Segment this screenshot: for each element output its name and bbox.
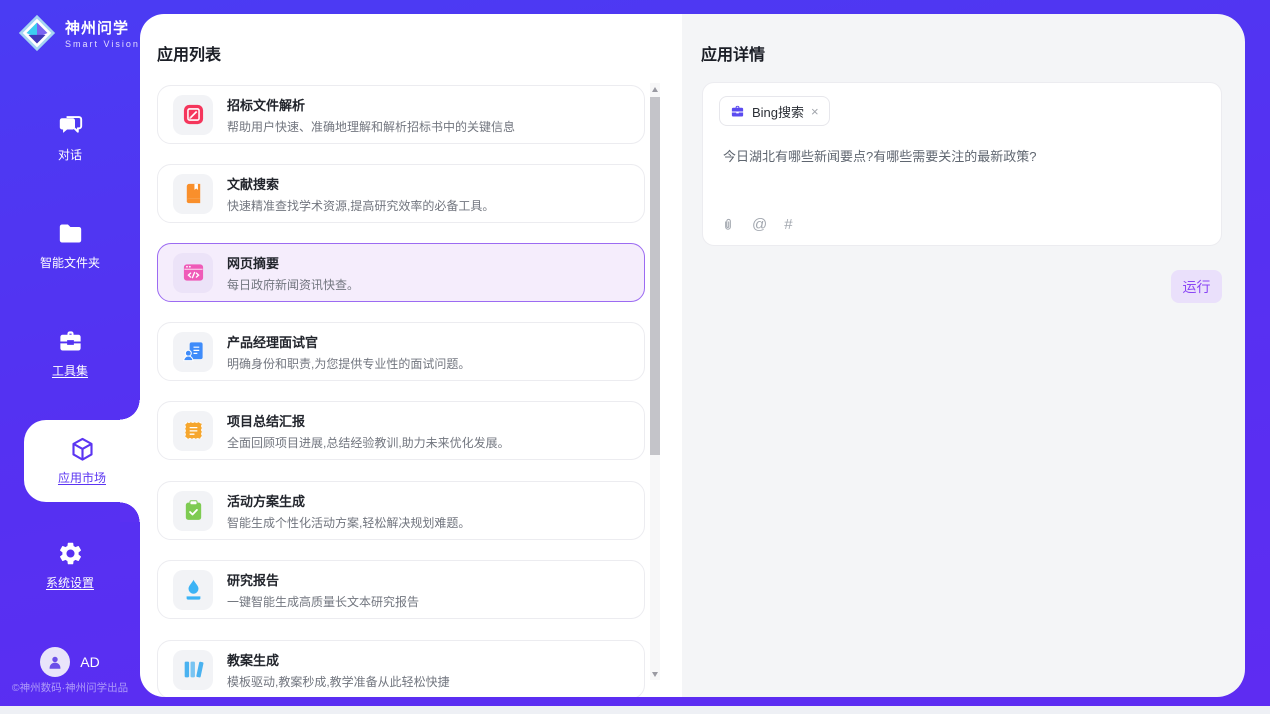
mention-icon[interactable]: @: [752, 216, 767, 233]
app-item-title: 产品经理面试官: [227, 332, 470, 351]
webpage-code-icon: [173, 253, 213, 293]
run-button[interactable]: 运行: [1171, 270, 1222, 303]
app-item-description: 明确身份和职责,为您提供专业性的面试问题。: [227, 355, 470, 372]
toolbox-icon: [57, 328, 84, 355]
scrollbar-thumb[interactable]: [650, 97, 660, 455]
prompt-input[interactable]: 今日湖北有哪些新闻要点?有哪些需要关注的最新政策?: [723, 146, 1203, 165]
sidebar-item-label: 智能文件夹: [40, 254, 100, 271]
app-list-item-6[interactable]: 研究报告一键智能生成高质量长文本研究报告: [157, 560, 645, 619]
bid-document-icon: [173, 95, 213, 135]
activity-clipboard-icon: [173, 491, 213, 531]
app-item-description: 智能生成个性化活动方案,轻松解决规划难题。: [227, 514, 470, 531]
sidebar-item-0[interactable]: 对话: [0, 112, 140, 163]
scroll-up-icon[interactable]: [650, 83, 660, 95]
sidebar-item-1[interactable]: 智能文件夹: [0, 220, 140, 271]
hash-icon[interactable]: #: [784, 216, 792, 233]
app-list-item-3[interactable]: 产品经理面试官明确身份和职责,为您提供专业性的面试问题。: [157, 322, 645, 381]
app-list-title: 应用列表: [157, 41, 221, 65]
sidebar-item-label: 对话: [58, 146, 82, 163]
app-item-title: 教案生成: [227, 650, 450, 669]
app-item-title: 活动方案生成: [227, 491, 470, 510]
sidebar: 神州问学 Smart Vision 对话智能文件夹工具集应用市场系统设置 AD …: [0, 0, 140, 706]
app-item-title: 研究报告: [227, 570, 419, 589]
brand-subtitle: Smart Vision: [65, 39, 140, 49]
app-frame: 神州问学 Smart Vision 对话智能文件夹工具集应用市场系统设置 AD …: [0, 0, 1270, 706]
copyright-footer: ©神州数码·神州问学出品: [0, 680, 140, 695]
app-item-text: 活动方案生成智能生成个性化活动方案,轻松解决规划难题。: [227, 491, 470, 531]
app-item-title: 项目总结汇报: [227, 411, 510, 430]
app-item-title: 招标文件解析: [227, 95, 515, 114]
lesson-books-icon: [173, 650, 213, 690]
app-list-item-7[interactable]: 教案生成模板驱动,教案秒成,教学准备从此轻松快捷: [157, 640, 645, 697]
app-item-title: 文献搜索: [227, 174, 494, 193]
close-icon[interactable]: ×: [811, 105, 819, 118]
avatar: [40, 647, 70, 677]
app-item-description: 每日政府新闻资讯快查。: [227, 276, 359, 293]
app-list-panel: 应用列表 招标文件解析帮助用户快速、准确地理解和解析招标书中的关键信息文献搜索快…: [140, 14, 682, 697]
attachment-icon[interactable]: [721, 216, 735, 233]
app-item-text: 网页摘要每日政府新闻资讯快查。: [227, 253, 359, 293]
sidebar-item-label: 工具集: [52, 362, 88, 379]
app-item-text: 研究报告一键智能生成高质量长文本研究报告: [227, 570, 419, 610]
app-detail-title: 应用详情: [701, 41, 765, 65]
active-curve-top: [120, 400, 140, 420]
app-list-scrollbar[interactable]: [650, 83, 660, 680]
app-item-title: 网页摘要: [227, 253, 359, 272]
person-icon: [46, 653, 64, 671]
app-item-description: 帮助用户快速、准确地理解和解析招标书中的关键信息: [227, 118, 515, 135]
app-item-description: 一键智能生成高质量长文本研究报告: [227, 593, 419, 610]
user-name: AD: [80, 654, 99, 670]
bing-search-tag[interactable]: Bing搜索 ×: [719, 96, 830, 126]
app-item-text: 项目总结汇报全面回顾项目进展,总结经验教训,助力未来优化发展。: [227, 411, 510, 451]
app-item-text: 招标文件解析帮助用户快速、准确地理解和解析招标书中的关键信息: [227, 95, 515, 135]
interviewer-icon: [173, 332, 213, 372]
sidebar-item-3[interactable]: 应用市场: [24, 420, 140, 502]
research-report-icon: [173, 570, 213, 610]
app-item-description: 全面回顾项目进展,总结经验教训,助力未来优化发展。: [227, 434, 510, 451]
app-list-item-2[interactable]: 网页摘要每日政府新闻资讯快查。: [157, 243, 645, 302]
chat-icon: [57, 112, 84, 139]
app-list-item-0[interactable]: 招标文件解析帮助用户快速、准确地理解和解析招标书中的关键信息: [157, 85, 645, 144]
brand-name: 神州问学: [65, 17, 140, 38]
folder-icon: [57, 220, 84, 247]
app-list-item-1[interactable]: 文献搜索快速精准查找学术资源,提高研究效率的必备工具。: [157, 164, 645, 223]
summary-note-icon: [173, 411, 213, 451]
sidebar-item-label: 应用市场: [58, 469, 106, 486]
app-item-text: 文献搜索快速精准查找学术资源,提高研究效率的必备工具。: [227, 174, 494, 214]
app-list-item-4[interactable]: 项目总结汇报全面回顾项目进展,总结经验教训,助力未来优化发展。: [157, 401, 645, 460]
app-item-text: 教案生成模板驱动,教案秒成,教学准备从此轻松快捷: [227, 650, 450, 690]
literature-book-icon: [173, 174, 213, 214]
active-curve-bottom: [120, 502, 140, 522]
app-item-description: 模板驱动,教案秒成,教学准备从此轻松快捷: [227, 673, 450, 690]
sidebar-item-label: 系统设置: [46, 574, 94, 591]
tag-label: Bing搜索: [752, 102, 804, 121]
user-account[interactable]: AD: [0, 647, 140, 677]
sidebar-item-4[interactable]: 系统设置: [0, 540, 140, 591]
app-list-item-5[interactable]: 活动方案生成智能生成个性化活动方案,轻松解决规划难题。: [157, 481, 645, 540]
app-item-text: 产品经理面试官明确身份和职责,为您提供专业性的面试问题。: [227, 332, 470, 372]
diamond-logo-icon: [16, 12, 58, 54]
brand-logo: 神州问学 Smart Vision: [16, 12, 140, 54]
sidebar-item-2[interactable]: 工具集: [0, 328, 140, 379]
scroll-down-icon[interactable]: [650, 668, 660, 680]
gear-icon: [57, 540, 84, 567]
app-item-description: 快速精准查找学术资源,提高研究效率的必备工具。: [227, 197, 494, 214]
briefcase-icon: [730, 104, 745, 119]
cube-icon: [69, 436, 96, 463]
prompt-card: Bing搜索 × 今日湖北有哪些新闻要点?有哪些需要关注的最新政策? @#: [702, 82, 1222, 246]
app-detail-panel: 应用详情 Bing搜索 × 今日湖北有哪些新闻要点?有哪些需要关注的最新政策? …: [682, 14, 1245, 697]
input-toolbar: @#: [721, 216, 793, 233]
